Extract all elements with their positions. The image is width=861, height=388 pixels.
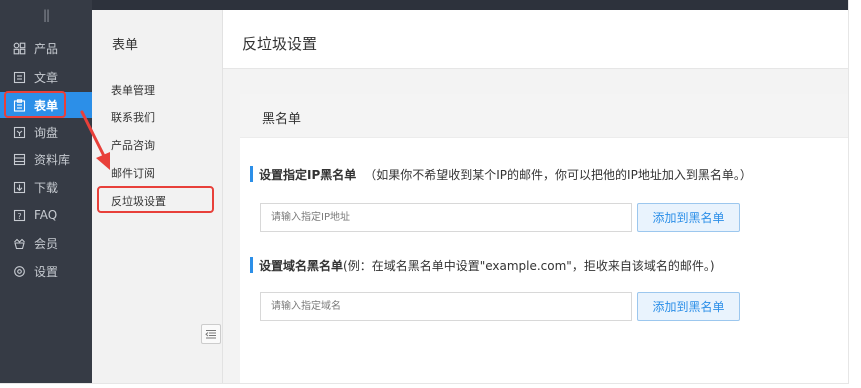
domain-blacklist-label-bold: 设置域名黑名单 <box>259 259 344 273</box>
sidebar-item-faq[interactable]: ? FAQ <box>0 202 92 228</box>
domain-blacklist-label-note: (例：在域名黑名单中设置"example.com"，拒收来自该域名的邮件。) <box>343 259 715 273</box>
sidebar-item-label: 设置 <box>34 264 59 279</box>
blacklist-card: 黑名单 设置指定IP黑名单 （如果你不希望收到某个IP的邮件，你可以把他的IP地址… <box>240 94 848 383</box>
card-header: 黑名单 <box>240 94 848 138</box>
top-bar <box>92 0 848 10</box>
ip-blacklist-label-bold: 设置指定IP黑名单 <box>259 168 357 182</box>
sidebar-item-settings[interactable]: 设置 <box>0 258 92 284</box>
sidebar-item-label: FAQ <box>34 208 58 222</box>
sub-sidebar-title: 表单 <box>112 38 139 53</box>
annotation-box-anti-spam <box>97 186 214 213</box>
sidebar-item-label: 文章 <box>34 70 59 85</box>
sub-item-contact-us[interactable]: 联系我们 <box>111 109 155 125</box>
inquiry-icon <box>13 126 26 139</box>
add-ip-blacklist-button[interactable]: 添加到黑名单 <box>637 203 740 232</box>
library-icon <box>13 153 26 166</box>
sidebar-collapse-handle[interactable]: || <box>0 8 92 30</box>
sidebar-item-label: 询盘 <box>34 125 59 140</box>
sidebar-item-label: 会员 <box>34 236 59 251</box>
faq-icon: ? <box>13 209 26 222</box>
collapse-subbar-button[interactable] <box>201 324 221 344</box>
member-icon <box>13 237 26 250</box>
sub-item-form-manage[interactable]: 表单管理 <box>111 82 155 98</box>
sidebar-item-products[interactable]: 产品 <box>0 35 92 61</box>
sidebar-item-label: 下载 <box>34 180 59 195</box>
collapse-icon <box>205 330 216 339</box>
domain-input[interactable] <box>260 292 632 321</box>
main-sidebar: || 产品 文章 表单 询盘 资料库 下载 ? FAQ 会员 设置 <box>0 0 92 383</box>
ip-blacklist-label: 设置指定IP黑名单 （如果你不希望收到某个IP的邮件，你可以把他的IP地址加入到黑… <box>250 166 752 183</box>
document-icon <box>13 71 26 84</box>
sidebar-item-inquiry[interactable]: 询盘 <box>0 119 92 145</box>
sub-item-mail-subscribe[interactable]: 邮件订阅 <box>111 165 155 181</box>
sub-item-product-inquiry[interactable]: 产品咨询 <box>111 137 155 153</box>
page-title: 反垃圾设置 <box>242 35 318 53</box>
ip-blacklist-label-note: （如果你不希望收到某个IP的邮件，你可以把他的IP地址加入到黑名单。） <box>364 168 752 182</box>
settings-icon <box>13 265 26 278</box>
ip-address-input[interactable] <box>260 203 632 232</box>
annotation-box-forms <box>4 91 66 118</box>
sidebar-item-label: 产品 <box>34 41 59 56</box>
svg-text:?: ? <box>17 211 21 220</box>
add-domain-blacklist-button[interactable]: 添加到黑名单 <box>637 292 740 321</box>
sidebar-item-member[interactable]: 会员 <box>0 230 92 256</box>
download-icon <box>13 181 26 194</box>
sidebar-item-label: 资料库 <box>34 152 71 167</box>
grid-icon <box>13 42 26 55</box>
sidebar-item-articles[interactable]: 文章 <box>0 64 92 90</box>
content-header: 反垃圾设置 <box>223 10 848 69</box>
domain-blacklist-label: 设置域名黑名单(例：在域名黑名单中设置"example.com"，拒收来自该域名… <box>250 257 715 274</box>
sidebar-item-library[interactable]: 资料库 <box>0 146 92 172</box>
sidebar-item-download[interactable]: 下载 <box>0 174 92 200</box>
card-title: 黑名单 <box>262 112 302 127</box>
